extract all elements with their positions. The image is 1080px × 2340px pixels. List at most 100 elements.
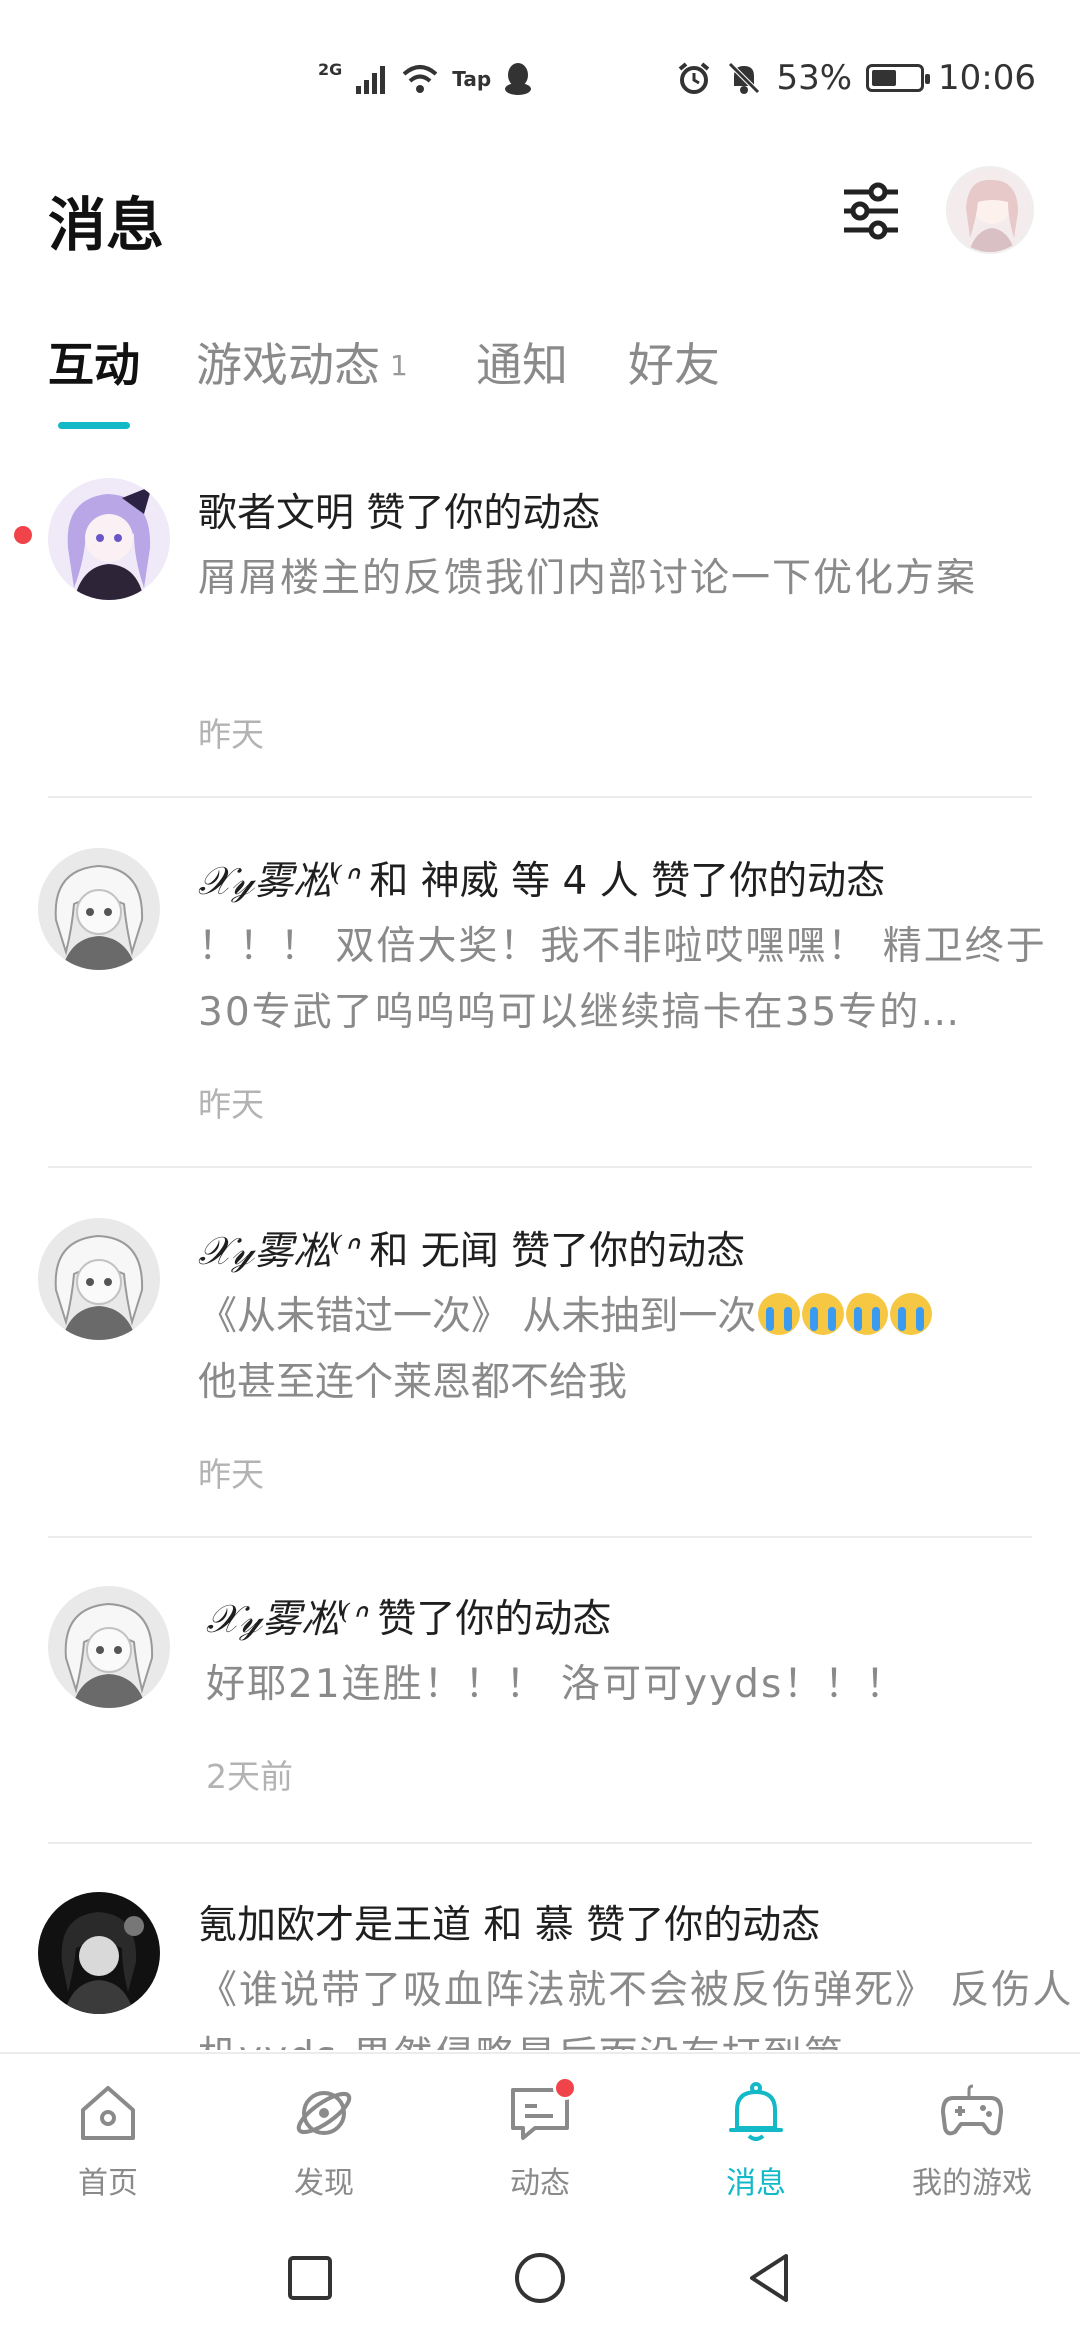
list-item[interactable]: 𝒳𝓎雾凇⁽ᐢ 赞了你的动态 好耶21连胜！！！ 洛可可yyds！！！ 2天前	[0, 1550, 1080, 1856]
crying-emoji-icon	[846, 1293, 889, 1335]
tab-interaction[interactable]: 互动	[48, 330, 140, 400]
list-item[interactable]: 歌者文明 赞了你的动态 屑屑楼主的反馈我们内部讨论一下优化方案 昨天	[0, 440, 1080, 810]
triangle-back-icon	[750, 2254, 788, 2302]
item-title: 𝒳𝓎雾凇⁽ᐢ 和 无闻 赞了你的动态	[198, 1220, 745, 1276]
home-button[interactable]	[510, 2248, 570, 2308]
avatar-image	[48, 1586, 170, 1708]
user-avatar-image	[948, 168, 1032, 252]
list-item[interactable]: 𝒳𝓎雾凇⁽ᐢ 和 无闻 赞了你的动态 《从未错过一次》 从未抽到一次 他甚至连个…	[0, 1180, 1080, 1550]
planet-icon	[291, 2080, 357, 2146]
tap-app-icon: Tap	[452, 67, 492, 91]
messages-screen: 2G Tap 53% 10:06 消息 互动 游戏动态 1 通知 好友 歌者文明…	[0, 0, 1080, 2340]
avatar[interactable]	[48, 1586, 170, 1708]
item-time: 2天前	[206, 1757, 293, 1796]
nav-discover[interactable]: 发现	[216, 2080, 432, 2202]
header: 消息	[0, 160, 1080, 270]
item-time: 昨天	[198, 1085, 264, 1124]
nav-home[interactable]: 首页	[0, 2080, 216, 2202]
alarm-icon	[679, 62, 710, 94]
tab-game-updates[interactable]: 游戏动态 1	[196, 330, 408, 400]
interaction-feed[interactable]: 歌者文明 赞了你的动态 屑屑楼主的反馈我们内部讨论一下优化方案 昨天 𝒳𝓎雾凇⁽…	[0, 440, 1080, 2050]
crying-emoji-icon	[758, 1293, 801, 1335]
user-avatar[interactable]	[946, 166, 1034, 254]
clock: 10:06	[938, 58, 1036, 98]
sliders-icon	[844, 182, 898, 240]
item-body: 好耶21连胜！！！ 洛可可yyds！！！	[206, 1662, 907, 1707]
user-nickname: 𝒳𝓎雾凇⁽ᐢ	[198, 859, 357, 904]
battery-percent: 53%	[776, 58, 853, 98]
nav-label: 消息	[726, 2166, 786, 2201]
list-item[interactable]: 𝒳𝓎雾凇⁽ᐢ 和 神威 等 4 人 赞了你的动态 ！！！ 双倍大奖！我不非啦哎嘿…	[0, 810, 1080, 1180]
item-title: 氪加欧才是王道 和 慕 赞了你的动态	[198, 1903, 821, 1948]
active-tab-indicator	[58, 422, 130, 429]
nav-my-games[interactable]: 我的游戏	[864, 2080, 1080, 2202]
item-title-text: 和 无闻 赞了你的动态	[356, 1229, 746, 1274]
avatar[interactable]	[38, 1892, 160, 2014]
item-body: ！！！ 双倍大奖！我不非啦哎嘿嘿！ 精卫终于30专武了呜呜呜可以继续搞卡在35专…	[198, 924, 1047, 1035]
mute-bell-icon	[728, 62, 761, 94]
bell-icon	[723, 2080, 789, 2146]
battery-icon	[866, 64, 931, 92]
message-tabs: 互动 游戏动态 1 通知 好友	[48, 330, 1048, 430]
nav-label: 我的游戏	[912, 2166, 1032, 2201]
item-time: 昨天	[198, 715, 264, 754]
avatar[interactable]	[38, 848, 160, 970]
item-body-text: 《从未错过一次》 从未抽到一次	[198, 1294, 757, 1339]
item-title-text: 赞了你的动态	[364, 1597, 612, 1642]
tab-label: 好友	[628, 338, 720, 392]
wifi-icon	[402, 65, 438, 93]
nav-messages[interactable]: 消息	[648, 2080, 864, 2202]
avatar-image	[38, 1218, 160, 1340]
unread-dot	[14, 526, 32, 544]
status-left: 2G Tap	[318, 58, 533, 100]
item-title: 𝒳𝓎雾凇⁽ᐢ 赞了你的动态	[206, 1588, 611, 1644]
item-title-text: 和 神威 等 4 人 赞了你的动态	[356, 859, 886, 904]
crying-emoji-icon	[890, 1293, 933, 1335]
notification-dot	[553, 2076, 577, 2100]
battery-fill	[872, 70, 897, 86]
recents-button[interactable]	[280, 2248, 340, 2308]
item-title: 𝒳𝓎雾凇⁽ᐢ 和 神威 等 4 人 赞了你的动态	[198, 850, 885, 906]
chat-icon	[507, 2076, 577, 2146]
nav-label: 首页	[78, 2166, 138, 2201]
tab-label: 游戏动态	[196, 338, 380, 392]
system-navigation-bar	[0, 2216, 1080, 2340]
tab-label: 通知	[476, 338, 568, 392]
avatar[interactable]	[38, 1218, 160, 1340]
nav-label: 动态	[510, 2166, 570, 2201]
user-nickname: 𝒳𝓎雾凇⁽ᐢ	[206, 1597, 365, 1642]
back-button[interactable]	[740, 2248, 800, 2308]
nav-feed[interactable]: 动态	[432, 2076, 648, 2202]
filter-settings-button[interactable]	[838, 178, 904, 244]
page-title: 消息	[48, 191, 165, 259]
item-title: 歌者文明 赞了你的动态	[198, 491, 601, 536]
status-right: 53% 10:06	[676, 54, 1036, 102]
item-body-line: 他甚至连个莱恩都不给我	[198, 1360, 628, 1405]
tab-friends[interactable]: 好友	[628, 330, 720, 400]
avatar[interactable]	[48, 478, 170, 600]
tab-label: 互动	[48, 338, 140, 392]
divider	[48, 1842, 1032, 1844]
divider	[48, 1536, 1032, 1538]
item-body: 屑屑楼主的反馈我们内部讨论一下优化方案	[198, 556, 978, 601]
list-item[interactable]: 氪加欧才是王道 和 慕 赞了你的动态 《谁说带了吸血阵法就不会被反伤弹死》 反伤…	[0, 1856, 1080, 2050]
divider	[48, 1166, 1032, 1168]
tab-notifications[interactable]: 通知	[476, 330, 568, 400]
crying-emoji-icon	[802, 1293, 845, 1335]
status-bar: 2G Tap 53% 10:06	[0, 0, 1080, 150]
gamepad-icon	[939, 2080, 1005, 2146]
tab-count-badge: 1	[390, 349, 408, 382]
square-icon	[288, 2256, 332, 2300]
nav-label: 发现	[294, 2166, 354, 2201]
item-time: 昨天	[198, 1455, 264, 1494]
user-nickname: 𝒳𝓎雾凇⁽ᐢ	[198, 1229, 357, 1274]
home-icon	[75, 2080, 141, 2146]
avatar-image	[38, 848, 160, 970]
qq-icon	[505, 63, 532, 95]
item-body-line: 《从未错过一次》 从未抽到一次	[198, 1284, 1068, 1350]
avatar-image	[48, 478, 170, 600]
bottom-navigation: 首页 发现 动态 消息 我的游戏	[0, 2052, 1080, 2214]
network-type: 2G	[318, 59, 343, 79]
avatar-image	[38, 1892, 160, 2014]
circle-icon	[515, 2253, 565, 2303]
